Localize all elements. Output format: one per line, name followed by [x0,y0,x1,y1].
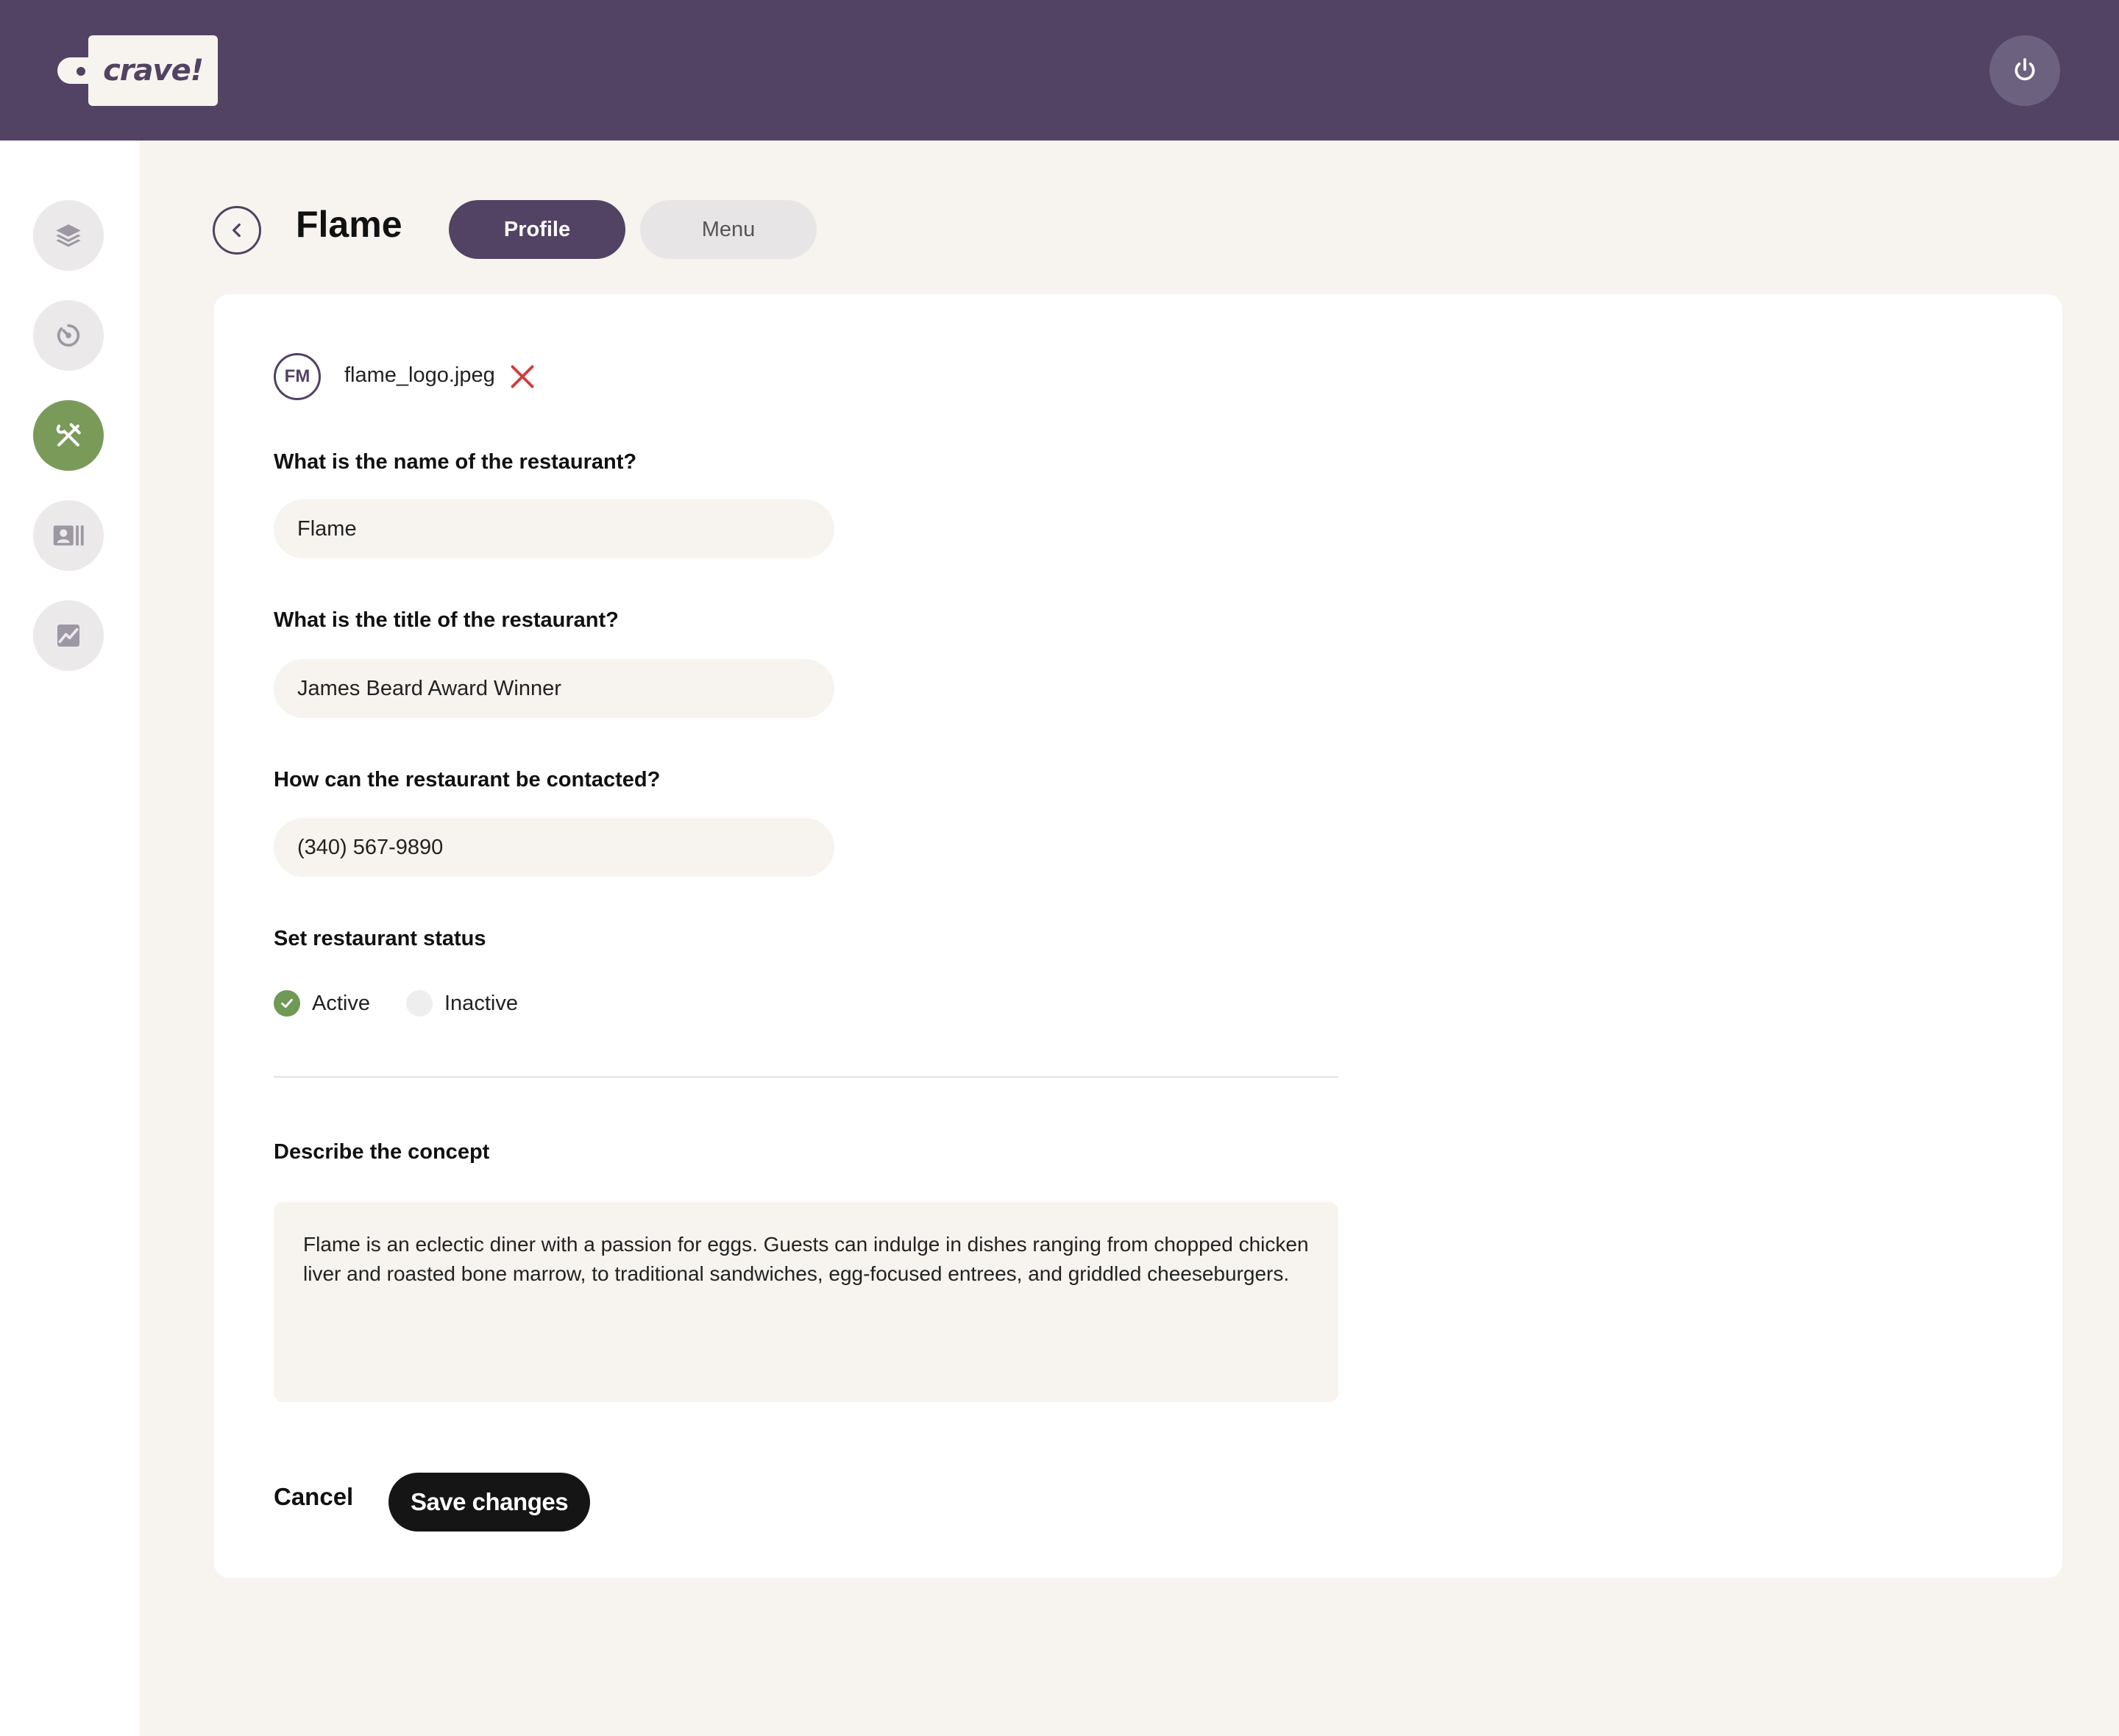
status-label: Set restaurant status [274,927,486,950]
back-button[interactable] [213,206,261,255]
crave-logo[interactable]: crave! [57,35,218,106]
section-divider [274,1076,1338,1078]
contact-card-icon [53,525,84,546]
restaurant-name-input[interactable] [274,499,834,558]
page-title: Flame [296,204,402,245]
logout-button[interactable] [1990,35,2060,106]
status-active-radio[interactable] [274,990,300,1017]
layers-icon [56,224,81,247]
chevron-left-icon [233,223,241,238]
name-label: What is the name of the restaurant? [274,450,637,474]
analytics-image-icon [57,625,79,647]
sidebar-item-restaurants[interactable] [33,400,104,471]
restaurant-title-input[interactable] [274,659,834,718]
sidebar-item-contacts[interactable] [33,500,104,571]
status-inactive-radio[interactable] [406,990,433,1017]
top-bar: crave! [0,0,2119,140]
concept-textarea[interactable]: Flame is an eclectic diner with a passio… [274,1202,1338,1402]
logo-box: crave! [88,35,218,106]
logo-text: crave! [103,54,204,88]
timer-icon [57,324,80,347]
check-icon [281,998,293,1008]
sidebar-item-timer[interactable] [33,300,104,371]
status-inactive-label[interactable]: Inactive [444,992,518,1016]
sidebar-item-layers[interactable] [33,200,104,271]
contact-label: How can the restaurant be contacted? [274,768,661,791]
tab-menu[interactable]: Menu [640,200,817,259]
tab-profile[interactable]: Profile [449,200,625,259]
logo-tag-hole [77,67,85,76]
cancel-button[interactable]: Cancel [274,1483,353,1511]
power-icon [2015,58,2035,81]
logo-tag-shape [57,57,91,84]
save-changes-button[interactable]: Save changes [388,1473,590,1532]
sidebar [0,140,140,1736]
concept-label: Describe the concept [274,1140,490,1164]
title-label: What is the title of the restaurant? [274,608,619,632]
logo-file-name: flame_logo.jpeg [344,363,495,387]
sidebar-item-analytics[interactable] [33,600,104,671]
status-active-label[interactable]: Active [312,992,370,1016]
utensils-icon [56,423,81,447]
restaurant-contact-input[interactable] [274,818,834,877]
remove-file-icon[interactable] [509,363,536,390]
logo-avatar[interactable]: FM [274,353,321,400]
